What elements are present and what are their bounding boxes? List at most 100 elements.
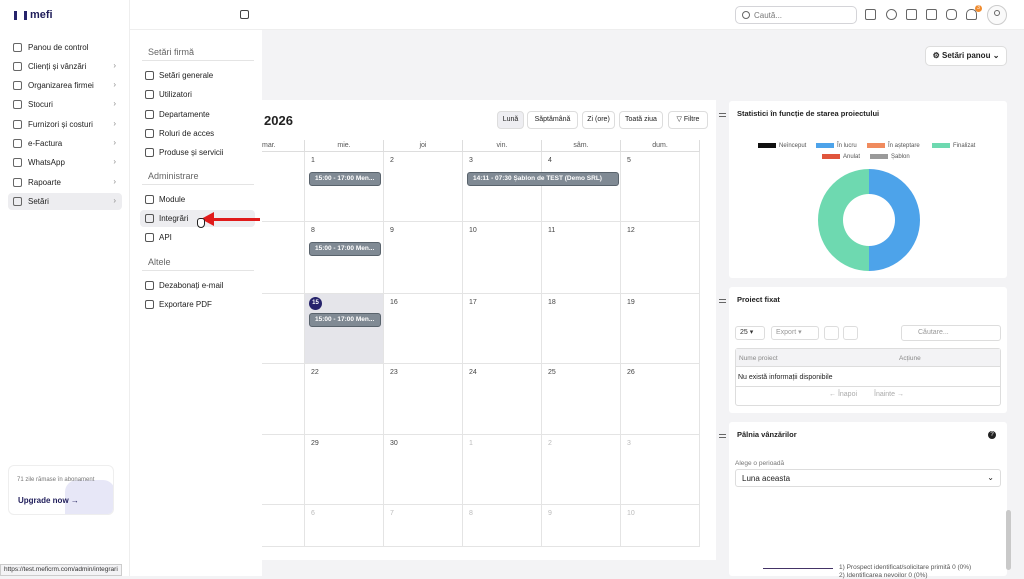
filters-button[interactable]: ▽ Filtre [668,111,708,129]
calendar-day[interactable]: 11 [542,222,621,294]
submenu-item[interactable]: Departamente [140,106,255,123]
sidebar-item[interactable]: Stocuri › [8,96,122,113]
submenu-item[interactable]: Produse și servicii [140,144,255,161]
legend-item[interactable]: Neînceput [758,143,806,149]
drag-handle-icon[interactable] [719,113,726,117]
projects-search-input[interactable]: Căutare... [901,325,1001,341]
calendar-event[interactable]: 15:00 - 17:00 Men... [309,172,381,186]
building-icon [145,110,154,119]
calendar-event[interactable]: 14:11 - 07:30 Șablon de TEST (Demo SRL) [467,172,619,186]
logo-icon [14,10,27,20]
timer-icon[interactable] [886,9,897,20]
calendar-day[interactable]: 17 [463,294,542,364]
calendar-day[interactable] [262,222,305,294]
calendar-event[interactable]: 15:00 - 17:00 Men... [309,313,381,327]
view-button[interactable]: Săptămână [527,111,578,129]
search-input[interactable]: Caută... [735,6,857,24]
submenu-item[interactable]: Dezabonați e-mail [140,277,255,294]
drag-handle-icon[interactable] [719,299,726,303]
legend-item[interactable]: Finalizat [932,143,975,149]
refresh-icon[interactable] [843,326,858,340]
calendar-day[interactable]: 12 [621,222,700,294]
sidebar-item[interactable]: Clienți și vânzări › [8,58,122,75]
upgrade-button[interactable]: Upgrade now → [18,496,79,505]
calendar-title: 2026 [264,113,293,128]
calendar-day[interactable]: 9 [384,222,463,294]
columns-icon[interactable] [824,326,839,340]
calendar-day[interactable]: 2 [384,152,463,222]
sidebar-item[interactable]: Setări › [8,193,122,210]
calendar-event[interactable]: 15:00 - 17:00 Men... [309,242,381,256]
sidebar-item[interactable]: e-Factura › [8,135,122,152]
legend-item[interactable]: În lucru [816,143,857,149]
donut-slice[interactable] [818,169,869,271]
page-size-select[interactable]: 25 ▾ [735,326,765,340]
dashboard-settings-button[interactable]: ⚙ Setări panou ⌄ [925,46,1007,66]
sidebar-item[interactable]: Panou de control [8,39,122,56]
collapse-sidebar-icon[interactable] [240,10,249,19]
calendar-day[interactable]: 10 [621,505,700,547]
submenu-item[interactable]: Module [140,191,255,208]
calendar-day[interactable]: 7 [384,505,463,547]
submenu-item[interactable]: Setări generale [140,67,255,84]
column-header[interactable]: Nume proiect [739,355,778,362]
calendar-day[interactable]: 3 [463,152,542,222]
calendar-day[interactable]: 1 [305,152,384,222]
submenu-item[interactable]: Utilizatori [140,86,255,103]
calendar-icon[interactable] [906,9,917,20]
logo[interactable]: mefi [14,9,53,21]
sidebar-item[interactable]: Rapoarte › [8,174,122,191]
column-header[interactable]: Acțiune [899,355,921,362]
next-page-button[interactable]: Înainte → [874,391,904,398]
calendar-day[interactable] [262,152,305,222]
calendar-day[interactable]: 29 [305,435,384,505]
view-button[interactable]: Zi (ore) [582,111,615,129]
legend-item[interactable]: Anulat [822,154,860,160]
calendar-day[interactable]: 18 [542,294,621,364]
calendar-day[interactable]: 4 [542,152,621,222]
drag-handle-icon[interactable] [719,434,726,438]
calendar-day[interactable] [262,364,305,435]
calendar-day[interactable]: 15 [305,294,384,364]
calendar-day[interactable]: 3 [621,435,700,505]
calendar-day[interactable]: 30 [384,435,463,505]
calendar-day[interactable] [262,435,305,505]
calendar-day[interactable]: 6 [305,505,384,547]
calendar-day[interactable]: 2 [542,435,621,505]
calendar-day[interactable] [262,505,305,547]
donut-slice[interactable] [869,169,920,271]
submenu-item[interactable]: Roluri de acces [140,125,255,142]
legend-item[interactable]: Șablon [870,154,910,160]
calendar-day[interactable]: 22 [305,364,384,435]
period-select[interactable]: Luna aceasta ⌄ [735,469,1001,487]
prev-page-button[interactable]: ← Înapoi [829,391,857,398]
view-button[interactable]: Toată ziua [619,111,663,129]
legend-item[interactable]: În așteptare [867,143,920,149]
calendar-day[interactable]: 23 [384,364,463,435]
scrollbar[interactable] [1006,510,1011,570]
avatar[interactable] [987,5,1007,25]
sidebar-item[interactable]: Furnizori și costuri › [8,116,122,133]
calendar-day[interactable]: 25 [542,364,621,435]
submenu-item[interactable]: API [140,229,255,246]
submenu-item[interactable]: Exportare PDF [140,296,255,313]
calendar-day[interactable]: 10 [463,222,542,294]
calendar-day[interactable]: 19 [621,294,700,364]
calendar-day[interactable]: 8 [463,505,542,547]
calendar-day[interactable]: 24 [463,364,542,435]
chat-icon[interactable] [946,9,957,20]
calendar-day[interactable] [262,294,305,364]
sidebar-item[interactable]: WhatsApp › [8,154,122,171]
calendar-day[interactable]: 8 [305,222,384,294]
sidebar-item[interactable]: Organizarea firmei › [8,77,122,94]
calendar-day[interactable]: 26 [621,364,700,435]
calendar-day[interactable]: 1 [463,435,542,505]
plus-square-icon[interactable] [865,9,876,20]
checkbox-icon[interactable] [926,9,937,20]
help-icon[interactable]: ? [988,431,996,439]
calendar-day[interactable]: 5 [621,152,700,222]
calendar-day[interactable]: 16 [384,294,463,364]
view-button[interactable]: Lună [497,111,524,129]
export-button[interactable]: Export ▾ [771,326,819,340]
calendar-day[interactable]: 9 [542,505,621,547]
